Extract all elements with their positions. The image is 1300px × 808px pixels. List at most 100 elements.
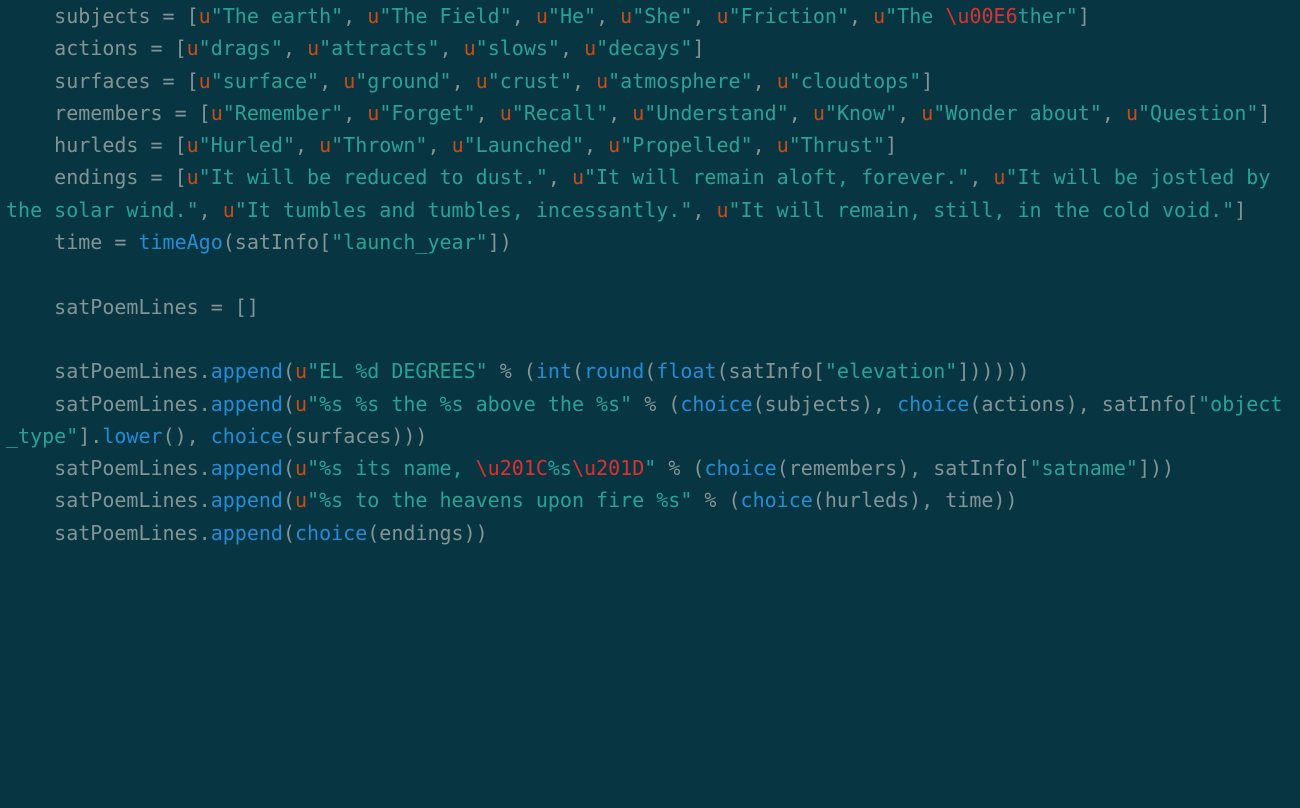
code-token: append	[211, 392, 283, 416]
code-token: ,	[343, 4, 367, 28]
indent	[6, 69, 54, 93]
code-token: ther"	[1018, 4, 1078, 28]
code-token: ,	[753, 69, 777, 93]
code-token: "surface"	[211, 69, 319, 93]
code-token: "He"	[548, 4, 596, 28]
code-token: time =	[54, 230, 138, 254]
code-token: "atmosphere"	[608, 69, 753, 93]
code-token: "elevation"	[825, 359, 957, 383]
code-token: ,	[692, 4, 716, 28]
code-token: ,	[476, 101, 500, 125]
code-token: (satInfo[	[223, 230, 331, 254]
code-token: "cloudtops"	[789, 69, 921, 93]
code-token: u	[211, 101, 223, 125]
code-token: "	[644, 456, 656, 480]
code-token: u	[921, 101, 933, 125]
code-token: "It will be reduced to dust."	[199, 165, 548, 189]
code-token: choice	[704, 456, 776, 480]
code-token: (remembers), satInfo[	[777, 456, 1030, 480]
code-token: u	[716, 198, 728, 222]
code-token: ,	[849, 4, 873, 28]
code-token: u	[777, 69, 789, 93]
code-token: float	[656, 359, 716, 383]
code-token: u	[596, 69, 608, 93]
indent	[6, 230, 54, 254]
code-token: "Friction"	[729, 4, 849, 28]
code-token: "launch_year"	[331, 230, 488, 254]
code-token: u	[307, 36, 319, 60]
code-token: endings = [	[54, 165, 186, 189]
indent	[6, 295, 54, 319]
code-token: u	[500, 101, 512, 125]
code-token: ,	[692, 198, 716, 222]
code-token: "It tumbles and tumbles, incessantly."	[235, 198, 693, 222]
code-token: ,	[572, 69, 596, 93]
code-token: timeAgo	[138, 230, 222, 254]
code-token: "%s its name,	[307, 456, 476, 480]
code-token: % (	[488, 359, 536, 383]
code-token: ,	[789, 101, 813, 125]
code-token: "slows"	[476, 36, 560, 60]
code-token: ,	[897, 101, 921, 125]
code-token: u	[295, 392, 307, 416]
code-token: u	[572, 165, 584, 189]
code-token: ,	[452, 69, 476, 93]
code-token: ,	[548, 165, 572, 189]
code-token: choice	[897, 392, 969, 416]
code-token: ,	[608, 101, 632, 125]
code-token: "satname"	[1030, 456, 1138, 480]
code-token: (	[283, 392, 295, 416]
code-token: ,	[969, 165, 993, 189]
code-token: ]	[921, 69, 933, 93]
code-token: ,	[584, 133, 608, 157]
code-token: (	[644, 359, 656, 383]
code-token: "Forget"	[379, 101, 475, 125]
code-token: "Launched"	[464, 133, 584, 157]
code-token: u	[199, 69, 211, 93]
code-token: u	[476, 69, 488, 93]
code-token: "attracts"	[319, 36, 439, 60]
code-token: ])))))	[957, 359, 1029, 383]
code-token: satPoemLines.	[54, 359, 211, 383]
code-token: ,	[512, 4, 536, 28]
code-token: ,	[753, 133, 777, 157]
indent	[6, 488, 54, 512]
code-token: ,	[199, 198, 223, 222]
code-token: (	[283, 359, 295, 383]
code-token: u	[295, 456, 307, 480]
code-token: "She"	[632, 4, 692, 28]
code-token: u	[295, 359, 307, 383]
code-token: ]	[885, 133, 897, 157]
code-token: (satInfo[	[717, 359, 825, 383]
code-token: u	[187, 133, 199, 157]
code-token: u	[813, 101, 825, 125]
code-token: "Understand"	[644, 101, 789, 125]
indent	[6, 165, 54, 189]
code-token: "It will remain aloft, forever."	[584, 165, 969, 189]
code-token: (endings))	[367, 521, 487, 545]
code-token: "EL %d DEGREES"	[307, 359, 488, 383]
code-token: ].	[78, 424, 102, 448]
code-token: "Question"	[1138, 101, 1258, 125]
code-token: ,	[1102, 101, 1126, 125]
code-token: u	[873, 4, 885, 28]
code-token: (	[283, 488, 295, 512]
code-token: choice	[211, 424, 283, 448]
code-token: "Hurled"	[199, 133, 295, 157]
code-token: (hurleds), time))	[813, 488, 1018, 512]
code-token: \u00E6	[945, 4, 1017, 28]
code-token: lower	[102, 424, 162, 448]
code-token: ,	[295, 133, 319, 157]
code-token: (	[283, 456, 295, 480]
code-token: satPoemLines.	[54, 392, 211, 416]
code-token: "Recall"	[512, 101, 608, 125]
code-token: u	[199, 4, 211, 28]
code-token: ,	[319, 69, 343, 93]
code-token: u	[295, 488, 307, 512]
code-token: choice	[295, 521, 367, 545]
code-token: "The	[885, 4, 945, 28]
code-token: "ground"	[355, 69, 451, 93]
code-token: append	[211, 359, 283, 383]
code-token: u	[367, 4, 379, 28]
code-editor-content[interactable]: subjects = [u"The earth", u"The Field", …	[0, 0, 1300, 555]
